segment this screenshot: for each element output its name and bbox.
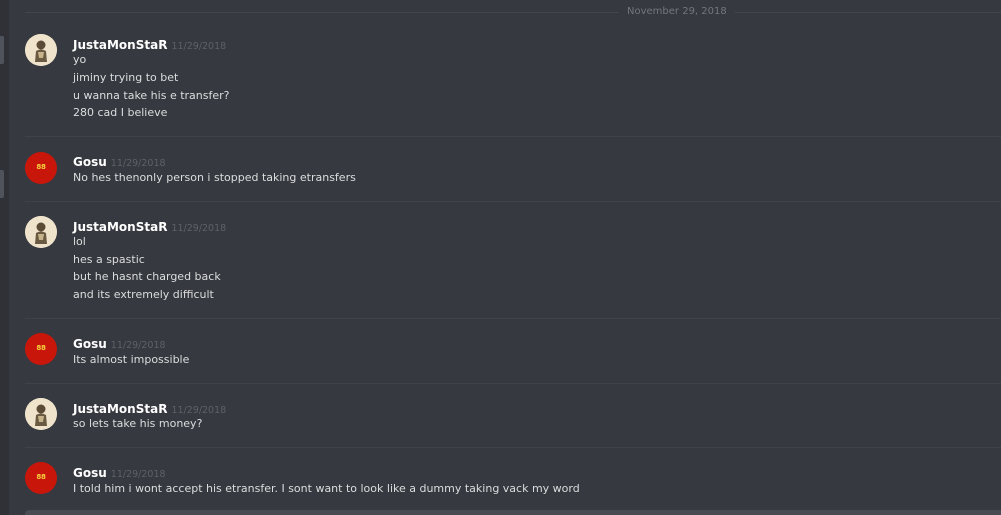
message-text: jiminy trying to bet: [73, 71, 179, 84]
timestamp: 11/29/2018: [110, 340, 166, 351]
message-text: hes a spastic: [73, 253, 145, 266]
user-avatar-justamonstar[interactable]: [25, 34, 57, 66]
person-icon: [25, 34, 57, 66]
username[interactable]: Gosu: [73, 155, 107, 169]
message-header: Gosu 11/29/2018: [73, 151, 166, 169]
message-header: Gosu 11/29/2018: [73, 333, 166, 351]
avatar-logo-text: 88: [36, 344, 46, 352]
timestamp: 11/29/2018: [110, 469, 166, 480]
message-separator: [25, 201, 1001, 202]
message-text: 280 cad I believe: [73, 106, 168, 119]
channel-sidebar-edge: [0, 0, 9, 515]
username[interactable]: JustaMonStaR: [73, 220, 167, 234]
user-avatar-gosu[interactable]: 88: [25, 462, 57, 494]
message-text: lol: [73, 235, 86, 248]
message-text: yo: [73, 53, 87, 66]
day-divider-line: [25, 12, 1001, 13]
message-header: JustaMonStaR 11/29/2018: [73, 34, 227, 52]
user-avatar-justamonstar[interactable]: [25, 398, 57, 430]
message-input-box[interactable]: [25, 510, 1001, 515]
message-separator: [25, 318, 1001, 319]
person-icon: [25, 216, 57, 248]
message-text: I told him i wont accept his etransfer. …: [73, 482, 580, 495]
message-text: and its extremely difficult: [73, 288, 214, 301]
chat-window: November 29, 2018 JustaMonStaR 11/29/2018…: [0, 0, 1001, 515]
user-avatar-gosu[interactable]: 88: [25, 333, 57, 365]
message-separator: [25, 447, 1001, 448]
message-text: so lets take his money?: [73, 417, 203, 430]
username[interactable]: JustaMonStaR: [73, 38, 167, 52]
message-text: No hes thenonly person i stopped taking …: [73, 171, 356, 184]
message-text: u wanna take his e transfer?: [73, 89, 230, 102]
timestamp: 11/29/2018: [171, 223, 227, 234]
avatar-logo-text: 88: [36, 163, 46, 171]
message-text: Its almost impossible: [73, 353, 190, 366]
username[interactable]: Gosu: [73, 466, 107, 480]
timestamp: 11/29/2018: [110, 158, 166, 169]
person-icon: [25, 398, 57, 430]
user-avatar-justamonstar[interactable]: [25, 216, 57, 248]
username[interactable]: Gosu: [73, 337, 107, 351]
message-header: JustaMonStaR 11/29/2018: [73, 398, 226, 416]
timestamp: 11/29/2018: [171, 41, 227, 52]
message-separator: [25, 383, 1001, 384]
username[interactable]: JustaMonStaR: [73, 402, 167, 416]
message-header: Gosu 11/29/2018: [73, 462, 166, 480]
day-divider-label: November 29, 2018: [619, 5, 735, 19]
message-list[interactable]: November 29, 2018 JustaMonStaR 11/29/2018…: [9, 0, 1001, 515]
message-header: JustaMonStaR 11/29/2018: [73, 216, 227, 234]
sidebar-indicator: [0, 170, 4, 198]
message-text: but he hasnt charged back: [73, 270, 221, 283]
avatar-logo-text: 88: [36, 473, 46, 481]
sidebar-indicator: [0, 36, 4, 64]
user-avatar-gosu[interactable]: 88: [25, 152, 57, 184]
message-separator: [25, 136, 1001, 137]
